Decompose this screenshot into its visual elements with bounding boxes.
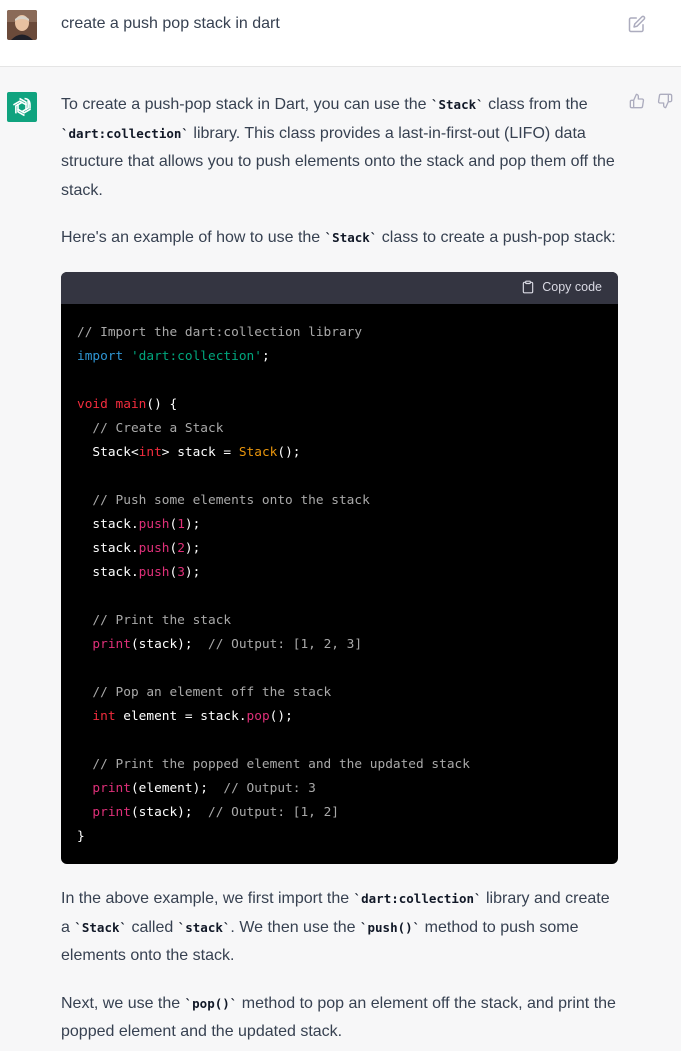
paragraph-example-intro: Here's an example of how to use the `Sta… bbox=[61, 229, 616, 246]
assistant-response-explanation: In the above example, we first import th… bbox=[61, 885, 621, 1047]
inline-code: `Stack` bbox=[74, 919, 128, 935]
thumbs-up-icon[interactable] bbox=[629, 93, 645, 109]
user-message-row: create a push pop stack in dart bbox=[0, 0, 681, 67]
assistant-message-row: To create a push-pop stack in Dart, you … bbox=[0, 67, 681, 1051]
paragraph-explanation-1: In the above example, we first import th… bbox=[61, 890, 610, 964]
inline-code: `dart:collection` bbox=[61, 125, 189, 141]
user-avatar bbox=[7, 10, 37, 40]
code-block: Copy code // Import the dart:collection … bbox=[61, 272, 618, 864]
paragraph-explanation-2: Next, we use the `pop()` method to pop a… bbox=[61, 994, 616, 1041]
inline-code: `Stack` bbox=[324, 230, 378, 245]
assistant-response-intro: To create a push-pop stack in Dart, you … bbox=[61, 91, 621, 253]
inline-code: `push()` bbox=[359, 919, 421, 935]
inline-code: `Stack` bbox=[430, 97, 484, 112]
copy-code-label: Copy code bbox=[542, 280, 602, 294]
code-content: // Import the dart:collection library im… bbox=[77, 325, 470, 844]
edit-icon[interactable] bbox=[628, 15, 646, 33]
paragraph-intro: To create a push-pop stack in Dart, you … bbox=[61, 96, 615, 199]
clipboard-icon bbox=[522, 280, 534, 294]
inline-code: `pop()` bbox=[184, 995, 238, 1011]
code-block-header: Copy code bbox=[61, 272, 618, 304]
inline-code: `dart:collection` bbox=[353, 891, 482, 906]
inline-code: `stack` bbox=[177, 919, 231, 935]
user-prompt: create a push pop stack in dart bbox=[61, 15, 280, 32]
thumbs-down-icon[interactable] bbox=[657, 93, 673, 109]
copy-code-button[interactable]: Copy code bbox=[521, 279, 602, 295]
code-comment: // Import the dart:collection library bbox=[77, 325, 363, 340]
openai-logo-icon bbox=[7, 92, 37, 122]
